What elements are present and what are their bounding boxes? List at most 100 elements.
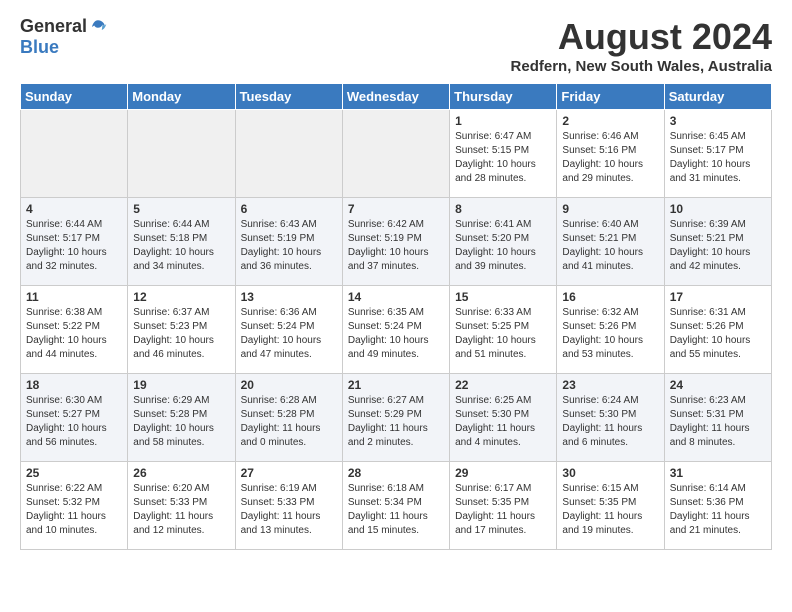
- cell-content: Sunrise: 6:41 AMSunset: 5:20 PMDaylight:…: [455, 218, 551, 274]
- cell-content: Sunrise: 6:17 AMSunset: 5:35 PMDaylight:…: [455, 482, 551, 538]
- calendar-cell: 20Sunrise: 6:28 AMSunset: 5:28 PMDayligh…: [235, 374, 342, 462]
- week-row-1: 1Sunrise: 6:47 AMSunset: 5:15 PMDaylight…: [21, 110, 772, 198]
- sunrise-text: Sunrise: 6:25 AM: [455, 395, 531, 406]
- sunset-text: Sunset: 5:32 PM: [26, 497, 100, 508]
- sunrise-text: Sunrise: 6:38 AM: [26, 307, 102, 318]
- sunrise-text: Sunrise: 6:28 AM: [241, 395, 317, 406]
- logo: General Blue: [20, 16, 107, 58]
- cell-content: Sunrise: 6:35 AMSunset: 5:24 PMDaylight:…: [348, 306, 444, 362]
- daylight-text: Daylight: 10 hours and 49 minutes.: [348, 335, 429, 360]
- cell-content: Sunrise: 6:44 AMSunset: 5:18 PMDaylight:…: [133, 218, 229, 274]
- sunset-text: Sunset: 5:21 PM: [670, 233, 744, 244]
- daylight-text: Daylight: 11 hours and 4 minutes.: [455, 423, 535, 448]
- cell-content: Sunrise: 6:47 AMSunset: 5:15 PMDaylight:…: [455, 130, 551, 186]
- header-day-sunday: Sunday: [21, 84, 128, 110]
- calendar-cell: 25 Sunrise: 6:22 AM Sunset: 5:32 PM Dayligh…: [21, 462, 128, 550]
- daylight-text: Daylight: 11 hours and 10 minutes.: [26, 511, 106, 536]
- sunrise-text: Sunrise: 6:37 AM: [133, 307, 209, 318]
- cell-content: Sunrise: 6:15 AMSunset: 5:35 PMDaylight:…: [562, 482, 658, 538]
- day-number: 4: [26, 202, 122, 216]
- day-number: 17: [670, 290, 766, 304]
- sunrise-text: Sunrise: 6:31 AM: [670, 307, 746, 318]
- day-number: 25: [26, 466, 122, 480]
- sunset-text: Sunset: 5:17 PM: [670, 145, 744, 156]
- daylight-text: Daylight: 10 hours and 39 minutes.: [455, 247, 536, 272]
- cell-content: Sunrise: 6:43 AMSunset: 5:19 PMDaylight:…: [241, 218, 337, 274]
- header-row: SundayMondayTuesdayWednesdayThursdayFrid…: [21, 84, 772, 110]
- daylight-text: Daylight: 11 hours and 15 minutes.: [348, 511, 428, 536]
- cell-content: Sunrise: 6:39 AMSunset: 5:21 PMDaylight:…: [670, 218, 766, 274]
- calendar-cell: 10 Sunrise: 6:39 AMSunset: 5:21 PMDayligh…: [664, 198, 771, 286]
- cell-content: Sunrise: 6:29 AMSunset: 5:28 PMDaylight:…: [133, 394, 229, 450]
- calendar-cell: 16Sunrise: 6:32 AMSunset: 5:26 PMDayligh…: [557, 286, 664, 374]
- cell-content: Sunrise: 6:20 AMSunset: 5:33 PMDaylight:…: [133, 482, 229, 538]
- calendar-cell: 30Sunrise: 6:15 AMSunset: 5:35 PMDayligh…: [557, 462, 664, 550]
- calendar-cell: 3Sunrise: 6:45 AMSunset: 5:17 PMDaylight…: [664, 110, 771, 198]
- header-day-thursday: Thursday: [450, 84, 557, 110]
- sunset-text: Sunset: 5:24 PM: [348, 321, 422, 332]
- sunrise-text: Sunrise: 6:22 AM: [26, 483, 102, 494]
- cell-content: Sunrise: 6:14 AM Sunset: 5:36 PM Daylight:…: [670, 482, 766, 538]
- calendar-cell: 28Sunrise: 6:18 AMSunset: 5:34 PMDayligh…: [342, 462, 449, 550]
- sunrise-text: Sunrise: 6:44 AM: [26, 219, 102, 230]
- cell-content: Sunrise: 6:44 AMSunset: 5:17 PMDaylight:…: [26, 218, 122, 274]
- calendar-cell: [128, 110, 235, 198]
- sunset-text: Sunset: 5:16 PM: [562, 145, 636, 156]
- day-number: 10: [670, 202, 766, 216]
- sunset-text: Sunset: 5:20 PM: [455, 233, 529, 244]
- daylight-text: Daylight: 11 hours and 17 minutes.: [455, 511, 535, 536]
- calendar-header: SundayMondayTuesdayWednesdayThursdayFrid…: [21, 84, 772, 110]
- header-day-wednesday: Wednesday: [342, 84, 449, 110]
- daylight-text: Daylight: 11 hours and 21 minutes.: [670, 511, 750, 536]
- daylight-text: Daylight: 10 hours and 41 minutes.: [562, 247, 643, 272]
- logo-bird-icon: [89, 18, 107, 36]
- calendar-table: SundayMondayTuesdayWednesdayThursdayFrid…: [20, 83, 772, 550]
- cell-content: Sunrise: 6:24 AMSunset: 5:30 PMDaylight:…: [562, 394, 658, 450]
- calendar-cell: 4 Sunrise: 6:44 AMSunset: 5:17 PMDaylight…: [21, 198, 128, 286]
- sunrise-text: Sunrise: 6:29 AM: [133, 395, 209, 406]
- sunrise-text: Sunrise: 6:32 AM: [562, 307, 638, 318]
- sunrise-text: Sunrise: 6:46 AM: [562, 131, 638, 142]
- sunset-text: Sunset: 5:21 PM: [562, 233, 636, 244]
- calendar-cell: 12Sunrise: 6:37 AMSunset: 5:23 PMDayligh…: [128, 286, 235, 374]
- sunset-text: Sunset: 5:30 PM: [562, 409, 636, 420]
- day-number: 27: [241, 466, 337, 480]
- sunrise-text: Sunrise: 6:44 AM: [133, 219, 209, 230]
- sunset-text: Sunset: 5:33 PM: [133, 497, 207, 508]
- cell-content: Sunrise: 6:30 AMSunset: 5:27 PMDaylight:…: [26, 394, 122, 450]
- daylight-text: Daylight: 10 hours and 34 minutes.: [133, 247, 214, 272]
- calendar-cell: 5 Sunrise: 6:44 AMSunset: 5:18 PMDaylight…: [128, 198, 235, 286]
- sunrise-text: Sunrise: 6:43 AM: [241, 219, 317, 230]
- cell-content: Sunrise: 6:23 AMSunset: 5:31 PMDaylight:…: [670, 394, 766, 450]
- daylight-text: Daylight: 11 hours and 0 minutes.: [241, 423, 321, 448]
- day-number: 13: [241, 290, 337, 304]
- sunrise-text: Sunrise: 6:24 AM: [562, 395, 638, 406]
- logo-blue: Blue: [20, 37, 59, 58]
- sunset-text: Sunset: 5:19 PM: [241, 233, 315, 244]
- day-number: 29: [455, 466, 551, 480]
- sunset-text: Sunset: 5:31 PM: [670, 409, 744, 420]
- calendar-cell: [235, 110, 342, 198]
- calendar-cell: 31 Sunrise: 6:14 AM Sunset: 5:36 PM Dayligh…: [664, 462, 771, 550]
- daylight-text: Daylight: 10 hours and 47 minutes.: [241, 335, 322, 360]
- sunset-text: Sunset: 5:15 PM: [455, 145, 529, 156]
- sunrise-text: Sunrise: 6:36 AM: [241, 307, 317, 318]
- sunrise-text: Sunrise: 6:14 AM: [670, 483, 746, 494]
- day-number: 14: [348, 290, 444, 304]
- calendar-cell: [21, 110, 128, 198]
- sunset-text: Sunset: 5:23 PM: [133, 321, 207, 332]
- cell-content: Sunrise: 6:40 AMSunset: 5:21 PMDaylight:…: [562, 218, 658, 274]
- sunset-text: Sunset: 5:24 PM: [241, 321, 315, 332]
- sunset-text: Sunset: 5:36 PM: [670, 497, 744, 508]
- week-row-3: 11Sunrise: 6:38 AMSunset: 5:22 PMDayligh…: [21, 286, 772, 374]
- cell-content: Sunrise: 6:31 AMSunset: 5:26 PMDaylight:…: [670, 306, 766, 362]
- calendar-cell: 9Sunrise: 6:40 AMSunset: 5:21 PMDaylight…: [557, 198, 664, 286]
- day-number: 31: [670, 466, 766, 480]
- header-day-monday: Monday: [128, 84, 235, 110]
- daylight-text: Daylight: 10 hours and 56 minutes.: [26, 423, 107, 448]
- sunset-text: Sunset: 5:29 PM: [348, 409, 422, 420]
- day-number: 3: [670, 114, 766, 128]
- day-number: 5: [133, 202, 229, 216]
- day-number: 16: [562, 290, 658, 304]
- day-number: 8: [455, 202, 551, 216]
